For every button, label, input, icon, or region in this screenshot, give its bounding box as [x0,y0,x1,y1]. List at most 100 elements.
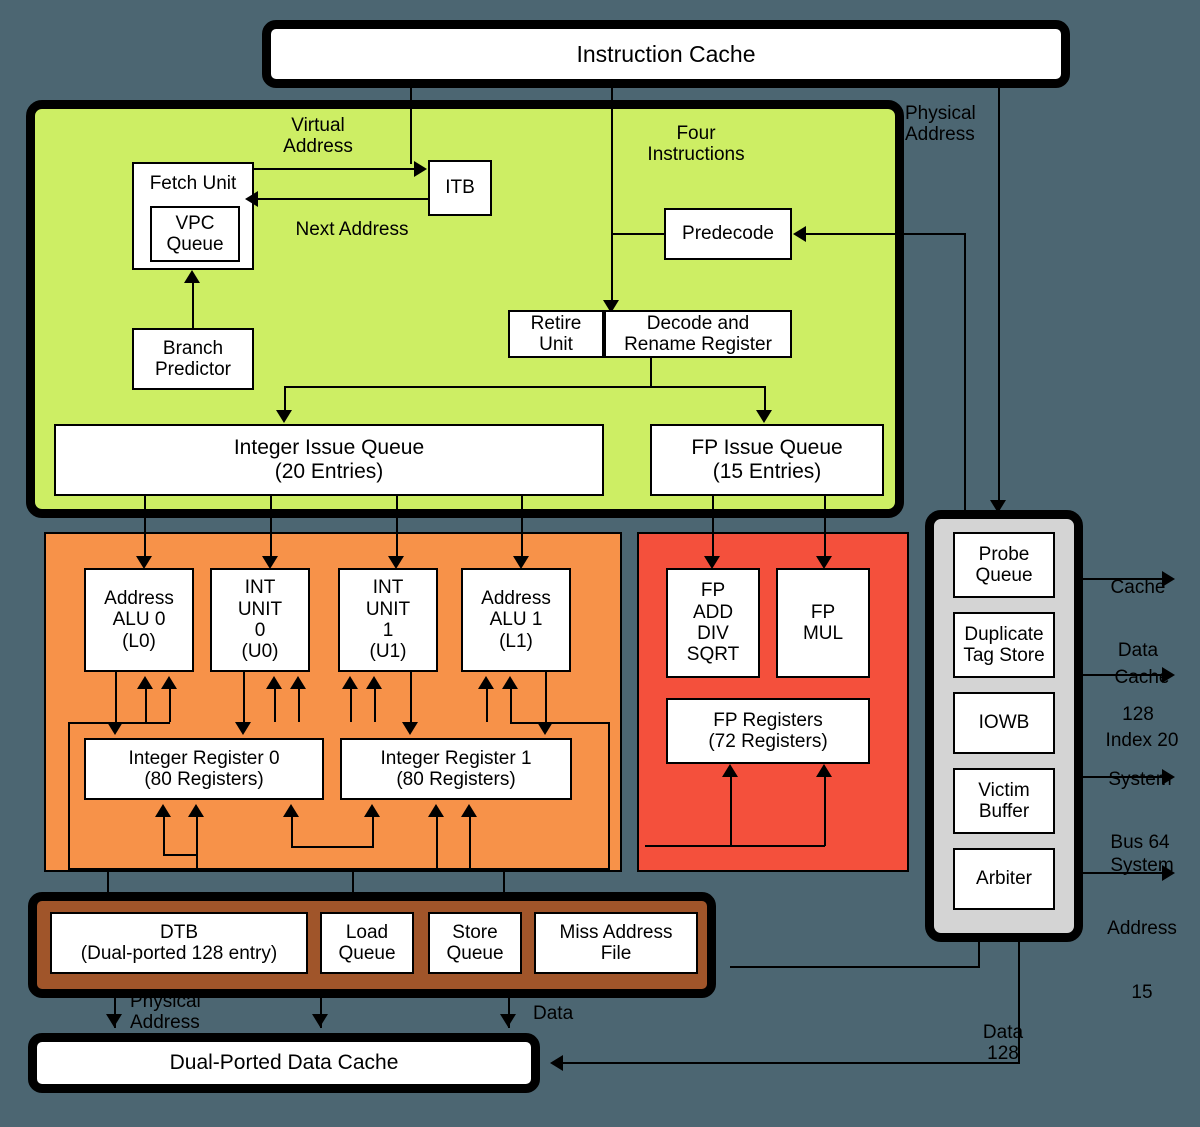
bus-unit-iowb: IOWB [953,692,1055,754]
wire-reg0-to-alu0-a [145,688,147,722]
fp-add-div-sqrt-line2: ADD [692,601,734,623]
wire-wb1 [196,816,198,870]
wire-u0-to-reg0 [243,672,245,724]
next-address-label: Next Address [295,219,409,240]
wire-alu1-to-reg1 [545,672,547,724]
arrow-u0-to-reg0 [235,722,251,735]
miss-address-file-line1: Miss Address [559,921,673,943]
rail-fp-bottom [645,845,825,847]
wire-reg1-to-u1-b [374,688,376,722]
system-address-line1: System [1110,854,1174,876]
arrow-fp-wb-b [816,764,832,777]
wire-bus-to-predecode [806,233,966,235]
arrow-mem-to-dcache-2 [500,1014,516,1027]
arrow-itb-to-fetch [245,191,258,207]
int-unit-1-line4: (U1) [369,641,407,663]
arrow-reg1-to-alu1-a [478,676,494,689]
bus-unit-duplicate-tag-store-line1: Duplicate [964,623,1044,645]
int-unit-0-line2: UNIT [237,598,283,620]
retire-unit-line1: Retire [530,312,582,334]
int-unit-0-line3: 0 [254,620,266,641]
int-unit-1-box: INT UNIT 1 (U1) [338,568,438,672]
system-bus-line1: System [1108,768,1172,790]
integer-issue-queue-line1: Integer Issue Queue [233,436,425,460]
fp-mul-box: FP MUL [776,568,870,678]
wire-fpq-to-fpmul [824,496,826,558]
instruction-cache-box: Instruction Cache [262,20,1070,88]
wire-wb5 [469,816,471,870]
wire-bp-to-fetch [192,283,194,329]
rail-wb0-foot [163,854,196,856]
fp-registers-line1: FP Registers [713,709,823,731]
wire-intq-to-alu1 [521,496,523,558]
wire-reg0-to-u0-b [298,688,300,722]
vpc-queue-line2: Queue [166,234,224,255]
branch-predictor-line1: Branch [162,337,224,359]
wire-icache-to-decode [611,88,613,302]
dtb-line1: DTB [160,921,198,943]
wire-decode-fanout [284,386,766,388]
dtb-line2: (Dual-ported 128 entry) [80,943,278,964]
bus-unit-probe-queue-line2: Queue [975,565,1033,586]
retire-unit-box: Retire Unit [508,310,604,358]
integer-register-1-line2: (80 Registers) [396,769,516,790]
arrow-reg0-to-u0-b [290,676,306,689]
wire-bus-to-predecode-riser [964,233,966,520]
arrow-reg1-to-u1-a [342,676,358,689]
arrow-u1-to-reg1 [402,722,418,735]
instruction-cache-label: Instruction Cache [576,40,756,67]
wire-intq-to-u0 [270,496,272,558]
wire-predecode-left [611,233,666,235]
wire-reg1-to-u1-a [350,688,352,722]
fp-mul-line1: FP [810,601,836,623]
wire-physical-address [998,88,1000,512]
fp-registers-line2: (72 Registers) [708,731,828,752]
predecode-box: Predecode [664,208,792,260]
vpc-queue-box: VPC Queue [150,206,240,262]
address-alu-0-line2: ALU 0 [112,609,166,631]
wire-decode-to-intq [284,386,286,413]
arrow-wb1 [188,804,204,817]
fp-add-div-sqrt-box: FP ADD DIV SQRT [666,568,760,678]
arrow-bus-to-dcache [550,1055,563,1071]
address-alu-1-box: Address ALU 1 (L1) [461,568,571,672]
bus-unit-duplicate-tag-store: Duplicate Tag Store [953,612,1055,678]
system-address-line2: Address [1107,918,1177,940]
fp-issue-queue-line2: (15 Entries) [712,460,822,483]
arrow-fetch-to-itb [414,161,427,177]
system-address-line3: 15 [1131,982,1153,1004]
arrow-wb2 [283,804,299,817]
store-queue-line2: Queue [446,943,504,964]
address-alu-1-line3: (L1) [499,630,533,652]
cache-index-line1: Cache [1114,666,1170,688]
decode-rename-line1: Decode and [646,312,750,334]
rail-right-riser [608,722,610,870]
arrow-physical-address [990,500,1006,513]
arrow-fp-wb-a [722,764,738,777]
dcache-data-label: Data [533,1003,574,1024]
fp-issue-queue-box: FP Issue Queue (15 Entries) [650,424,884,496]
predecode-label: Predecode [682,223,774,245]
arrow-reg1-to-u1-b [366,676,382,689]
vpc-queue-line1: VPC [175,212,215,234]
arrow-wb4 [428,804,444,817]
data-128-label: Data 128 [982,1022,1024,1065]
store-queue-box: Store Queue [428,912,522,974]
wire-decode-down [650,358,652,388]
integer-register-0-line2: (80 Registers) [144,769,264,790]
arrow-bus-to-predecode [793,226,806,242]
diagram-canvas: Instruction Cache Fetch Unit VPC Queue I… [0,0,1200,1127]
fetch-unit-label: Fetch Unit [149,173,237,194]
arrow-reg0-to-u0-a [266,676,282,689]
wire-intq-to-u1 [396,496,398,558]
rail-left-riser [68,722,70,870]
wire-alu0-to-reg0 [115,672,117,724]
wire-u1-to-reg1 [410,672,412,724]
integer-register-0-box: Integer Register 0 (80 Registers) [84,738,324,800]
bus-unit-victim-buffer: Victim Buffer [953,768,1055,834]
wire-fp-wb-a [730,776,732,846]
fp-registers-box: FP Registers (72 Registers) [666,698,870,764]
fp-mul-line2: MUL [802,623,844,644]
wire-icache-to-itb [410,88,412,164]
wire-reg1-to-alu1-a [486,688,488,722]
